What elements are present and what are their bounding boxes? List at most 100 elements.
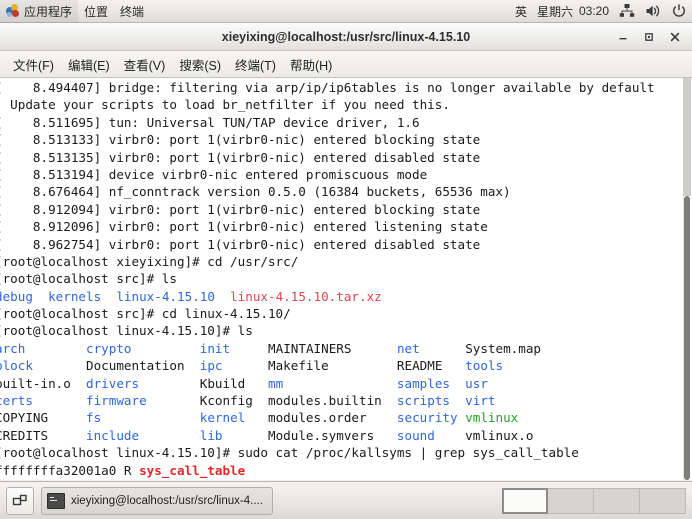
taskbar-window-button[interactable]: xieyixing@localhost:/usr/src/linux-4.... [41,486,273,515]
terminal-line: COPYING fs kernel modules.order security… [0,409,683,426]
show-desktop-icon [12,494,27,505]
terminal-token-dir: debug [0,288,33,304]
terminal-token: modules.builtin [268,393,382,409]
terminal-token-dir: ipc [199,358,223,374]
terminal-token-dir: samples [396,375,450,391]
terminal-menu[interactable]: 终端 [114,0,150,23]
terminal-token-dir: include [86,427,140,443]
clock[interactable]: 星期六 03:20 [532,0,614,23]
terminal-line: [root@localhost src]# cd linux-4.15.10/ [0,305,683,322]
terminal-area[interactable]: [ 8.494407] bridge: filtering via arp/ip… [0,78,692,480]
volume-icon-glyph [646,5,660,17]
terminal-token: CREDITS [0,427,49,443]
terminal-line: [ 8.912096] virbr0: port 1(virbr0-nic) e… [0,218,683,235]
terminal-line: block Documentation ipc Makefile README … [0,357,683,374]
maximize-button[interactable] [636,24,662,50]
window-titlebar[interactable]: xieyixing@localhost:/usr/src/linux-4.15.… [0,23,692,51]
terminal-token: [ 8.513194] device virbr0-nic entered pr… [0,166,428,182]
terminal-token: Makefile [268,358,329,374]
input-method-indicator[interactable]: 英 [510,0,532,23]
show-desktop-button[interactable] [6,486,34,515]
terminal-token-match: sys_call_table [139,462,246,478]
workspace-1[interactable] [502,487,548,514]
terminal-token: [ 8.962754] virbr0: port 1(virbr0-nic) e… [0,236,481,252]
terminal-token-dir: block [0,358,33,374]
menu-search[interactable]: 搜索(S) [172,52,228,77]
terminal-token-dir: certs [0,393,33,409]
menu-file[interactable]: 文件(F) [6,52,61,77]
menu-view[interactable]: 查看(V) [117,52,173,77]
workspace-3[interactable] [594,487,640,514]
terminal-token-dir: security [396,410,458,426]
terminal-token-dir: lib [199,427,223,443]
terminal-token: Kbuild [199,375,246,391]
applications-menu[interactable]: 应用程序 [0,0,79,23]
terminal-line: [root@localhost src]# ls [0,270,683,287]
desktop-screen: 应用程序 位置 终端 英 星期六 03:20 xieyixing@localho… [0,0,692,519]
power-icon-glyph [673,4,685,17]
terminal-token-dir: mm [268,375,284,391]
terminal-line: [ 8.513135] virbr0: port 1(virbr0-nic) e… [0,149,683,166]
terminal-token-dir: linux-4.15.10 [116,288,215,304]
power-icon[interactable] [666,0,692,23]
terminal-token-dir: scripts [396,393,450,409]
terminal-line: certs firmware Kconfig modules.builtin s… [0,392,683,409]
terminal-token: Kconfig [199,393,253,409]
network-icon[interactable] [614,0,640,23]
workspace-4[interactable] [640,487,686,514]
menu-edit[interactable]: 编辑(E) [61,52,117,77]
terminal-token-dir: drivers [86,375,140,391]
terminal-token: [ 8.494407] bridge: filtering via arp/ip… [0,80,655,95]
terminal-line: [root@localhost xieyixing]# cd /usr/src/ [0,253,683,270]
window-controls [610,23,688,51]
terminal-token: Module.symvers [268,427,375,443]
scrollbar-thumb[interactable] [684,196,690,480]
taskbar: xieyixing@localhost:/usr/src/linux-4.... [0,481,692,519]
terminal-icon [47,492,65,509]
terminal-line: [root@localhost linux-4.15.10]# ls [0,322,683,339]
network-icon-glyph [619,4,635,17]
places-menu[interactable]: 位置 [78,0,114,23]
terminal-token: Documentation [86,358,185,374]
terminal-output[interactable]: [ 8.494407] bridge: filtering via arp/ip… [0,78,683,480]
window-title: xieyixing@localhost:/usr/src/linux-4.15.… [221,29,471,44]
terminal-scrollbar[interactable] [683,78,692,480]
scrollbar-trough-upper [683,78,691,196]
terminal-token: [root@localhost linux-4.15.10]# ls [0,323,253,339]
terminal-menu-label: 终端 [120,4,145,19]
minimize-button[interactable] [610,24,636,50]
minimize-icon [619,38,627,40]
workspace-2[interactable] [548,487,594,514]
taskbar-window-label: xieyixing@localhost:/usr/src/linux-4.... [71,494,263,507]
terminal-token: [ 8.513135] virbr0: port 1(virbr0-nic) e… [0,149,481,165]
applications-icon [6,4,20,18]
clock-weekday: 星期六 [536,4,573,19]
terminal-token-dir: firmware [86,393,147,409]
menu-terminal[interactable]: 终端(T) [228,52,283,77]
terminal-line: built-in.o drivers Kbuild mm samples usr [0,375,683,392]
terminal-token: [root@localhost xieyixing]# cd /usr/src/ [0,253,299,269]
clock-time: 03:20 [578,4,609,18]
terminal-token-dir: init [199,340,231,356]
menu-help[interactable]: 帮助(H) [283,52,339,77]
volume-icon[interactable] [640,0,666,23]
terminal-line: [ 8.513133] virbr0: port 1(virbr0-nic) e… [0,131,683,148]
terminal-token: [root@localhost src]# cd linux-4.15.10/ [0,306,291,322]
close-button[interactable] [662,24,688,50]
